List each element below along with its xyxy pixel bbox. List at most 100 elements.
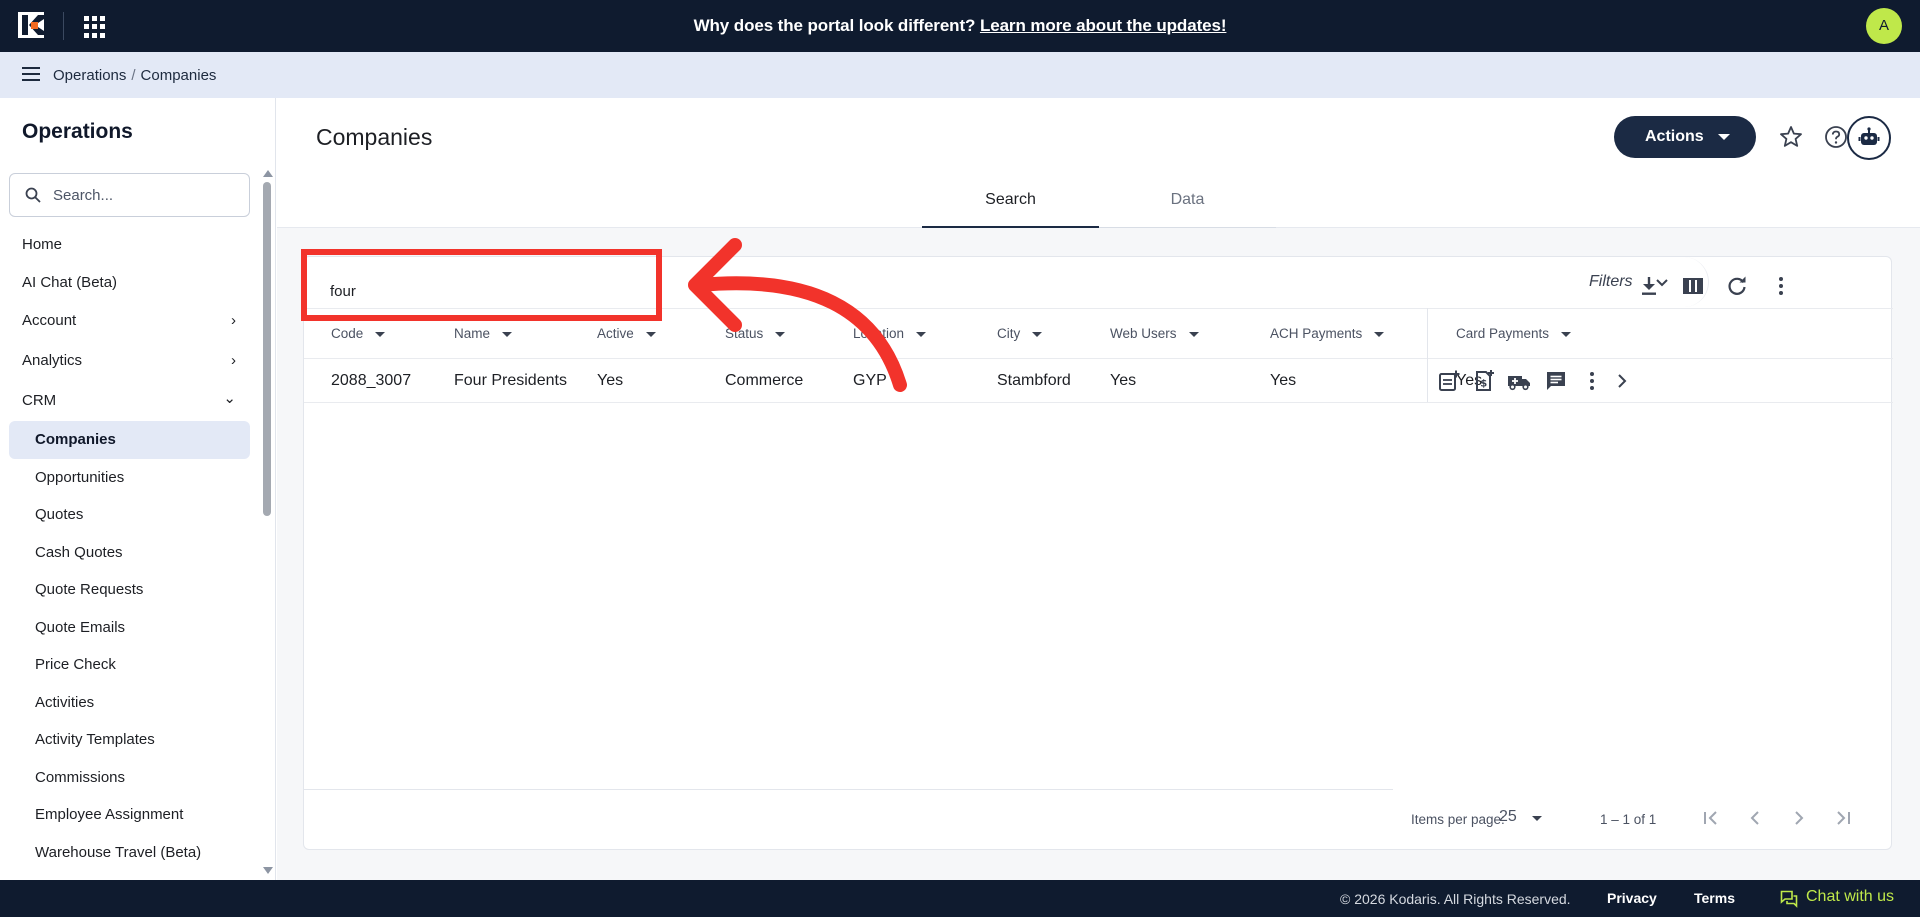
row-more-vertical-icon[interactable] xyxy=(1580,369,1604,393)
paginator-range: 1 – 1 of 1 xyxy=(1600,812,1657,827)
refresh-icon[interactable] xyxy=(1725,274,1749,298)
last-page-icon[interactable] xyxy=(1831,806,1855,830)
column-label: Name xyxy=(454,326,491,341)
column-header-ach-payments[interactable]: ACH Payments xyxy=(1270,326,1385,341)
breadcrumb-bar: Operations / Companies xyxy=(0,52,1920,98)
column-header-city[interactable]: City xyxy=(997,326,1043,341)
sidebar-item-employee-assignment[interactable]: Employee Assignment xyxy=(9,796,250,834)
breadcrumb: Operations / Companies xyxy=(53,67,216,84)
sidebar-search-input[interactable] xyxy=(53,185,243,205)
sidebar-item-ai-chat[interactable]: AI Chat (Beta) xyxy=(9,264,250,302)
chevron-right-icon[interactable] xyxy=(1610,369,1634,393)
breadcrumb-operations[interactable]: Operations xyxy=(53,67,126,84)
sidebar-group-crm[interactable]: CRM ⌄ xyxy=(9,381,250,421)
sidebar-item-label: Analytics xyxy=(22,352,83,369)
tab-search[interactable]: Search xyxy=(922,182,1099,228)
paginator-divider xyxy=(304,789,1393,790)
scrollbar-thumb[interactable] xyxy=(263,182,271,516)
breadcrumb-separator: / xyxy=(131,67,136,84)
ai-assistant-button[interactable] xyxy=(1847,116,1891,160)
user-avatar[interactable]: A xyxy=(1866,8,1902,44)
shipping-truck-icon[interactable] xyxy=(1507,369,1531,393)
hamburger-menu-icon[interactable] xyxy=(22,66,40,82)
sidebar-scrollbar[interactable] xyxy=(262,170,273,874)
chat-label: Chat with us xyxy=(1806,888,1895,905)
filters-label: Filters xyxy=(1589,273,1633,290)
cell-active: Yes xyxy=(597,372,624,389)
sidebar-item-cash-quotes[interactable]: Cash Quotes xyxy=(9,534,250,572)
chevron-right-icon: › xyxy=(231,352,236,369)
copyright-text: © 2026 Kodaris. All Rights Reserved. xyxy=(1340,891,1571,907)
sidebar-group-analytics[interactable]: Analytics › xyxy=(9,341,250,381)
more-vertical-icon[interactable] xyxy=(1769,274,1793,298)
columns-icon[interactable] xyxy=(1681,274,1705,298)
sidebar-item-activity-templates[interactable]: Activity Templates xyxy=(9,721,250,759)
sort-caret-icon xyxy=(916,331,927,337)
column-label: Active xyxy=(597,326,634,341)
column-label: Card Payments xyxy=(1456,326,1550,341)
sidebar-item-quotes[interactable]: Quotes xyxy=(9,496,250,534)
actions-button[interactable]: Actions xyxy=(1614,116,1756,158)
sort-caret-icon xyxy=(1561,331,1572,337)
comment-icon[interactable] xyxy=(1544,369,1568,393)
sidebar-nav: Home AI Chat (Beta) Account › Analytics … xyxy=(9,226,250,871)
sidebar-item-commissions[interactable]: Commissions xyxy=(9,759,250,797)
privacy-link[interactable]: Privacy xyxy=(1607,890,1657,906)
sidebar-search[interactable] xyxy=(9,173,250,217)
items-per-page-select[interactable]: 25 xyxy=(1499,808,1543,832)
caret-down-icon xyxy=(1718,134,1730,140)
main-content: Companies Actions Search Data four Filte… xyxy=(277,98,1920,880)
cell-ach-payments: Yes xyxy=(1270,372,1297,389)
table-row[interactable]: 2088_3007 Four Presidents Yes Commerce G… xyxy=(304,359,1893,403)
terms-link[interactable]: Terms xyxy=(1694,890,1735,906)
cell-web-users: Yes xyxy=(1110,372,1137,389)
column-header-name[interactable]: Name xyxy=(454,326,513,341)
scroll-down-arrow-icon[interactable] xyxy=(263,867,273,874)
tab-data[interactable]: Data xyxy=(1099,182,1276,228)
sidebar-item-home[interactable]: Home xyxy=(9,226,250,264)
sort-caret-icon xyxy=(375,331,386,337)
previous-page-icon[interactable] xyxy=(1743,806,1767,830)
next-page-icon[interactable] xyxy=(1787,806,1811,830)
sidebar-item-label: CRM xyxy=(22,392,57,409)
cell-name: Four Presidents xyxy=(454,372,567,389)
sidebar-item-quote-emails[interactable]: Quote Emails xyxy=(9,609,250,647)
filters-dropdown[interactable]: Filters xyxy=(1589,273,1668,291)
companies-table-card: Filters Code Name Active Status Location… xyxy=(303,256,1893,850)
sidebar-group-account[interactable]: Account › xyxy=(9,301,250,341)
chat-bubble-icon xyxy=(1780,890,1798,908)
column-label: City xyxy=(997,326,1021,341)
help-icon[interactable] xyxy=(1822,123,1850,151)
banner-text: Why does the portal look different? xyxy=(693,16,976,35)
sidebar-item-warehouse-travel[interactable]: Warehouse Travel (Beta) xyxy=(9,834,250,872)
star-icon[interactable] xyxy=(1777,123,1805,151)
top-banner-bar: Why does the portal look different? Lear… xyxy=(0,0,1920,52)
robot-icon xyxy=(1858,127,1880,145)
sidebar-item-opportunities[interactable]: Opportunities xyxy=(9,459,250,497)
sidebar-item-activities[interactable]: Activities xyxy=(9,684,250,722)
scroll-up-arrow-icon[interactable] xyxy=(263,170,273,177)
sidebar-item-quote-requests[interactable]: Quote Requests xyxy=(9,571,250,609)
sidebar-item-label: Account xyxy=(22,312,77,329)
items-per-page-label: Items per page: xyxy=(1411,812,1505,827)
add-note-icon[interactable] xyxy=(1437,369,1461,393)
column-header-active[interactable]: Active xyxy=(597,326,656,341)
view-tabs: Search Data xyxy=(922,182,1276,228)
items-per-page-value: 25 xyxy=(1499,808,1517,825)
column-header-card-payments[interactable]: Card Payments xyxy=(1456,326,1572,341)
actions-label: Actions xyxy=(1645,128,1704,145)
sidebar-item-price-check[interactable]: Price Check xyxy=(9,646,250,684)
sidebar-item-companies[interactable]: Companies xyxy=(9,421,250,459)
cell-code: 2088_3007 xyxy=(331,372,412,389)
chat-with-us-link[interactable]: Chat with us xyxy=(1780,888,1895,908)
sort-caret-icon xyxy=(502,331,513,337)
banner-learn-more-link[interactable]: Learn more about the updates! xyxy=(980,16,1227,35)
add-payment-icon[interactable]: $ xyxy=(1472,369,1496,393)
download-icon[interactable] xyxy=(1637,274,1661,298)
column-header-code[interactable]: Code xyxy=(331,326,386,341)
first-page-icon[interactable] xyxy=(1699,806,1723,830)
caret-down-icon xyxy=(1532,816,1542,821)
breadcrumb-companies: Companies xyxy=(140,67,217,84)
column-header-web-users[interactable]: Web Users xyxy=(1110,326,1199,341)
page-header: Companies Actions Search Data xyxy=(277,98,1920,228)
